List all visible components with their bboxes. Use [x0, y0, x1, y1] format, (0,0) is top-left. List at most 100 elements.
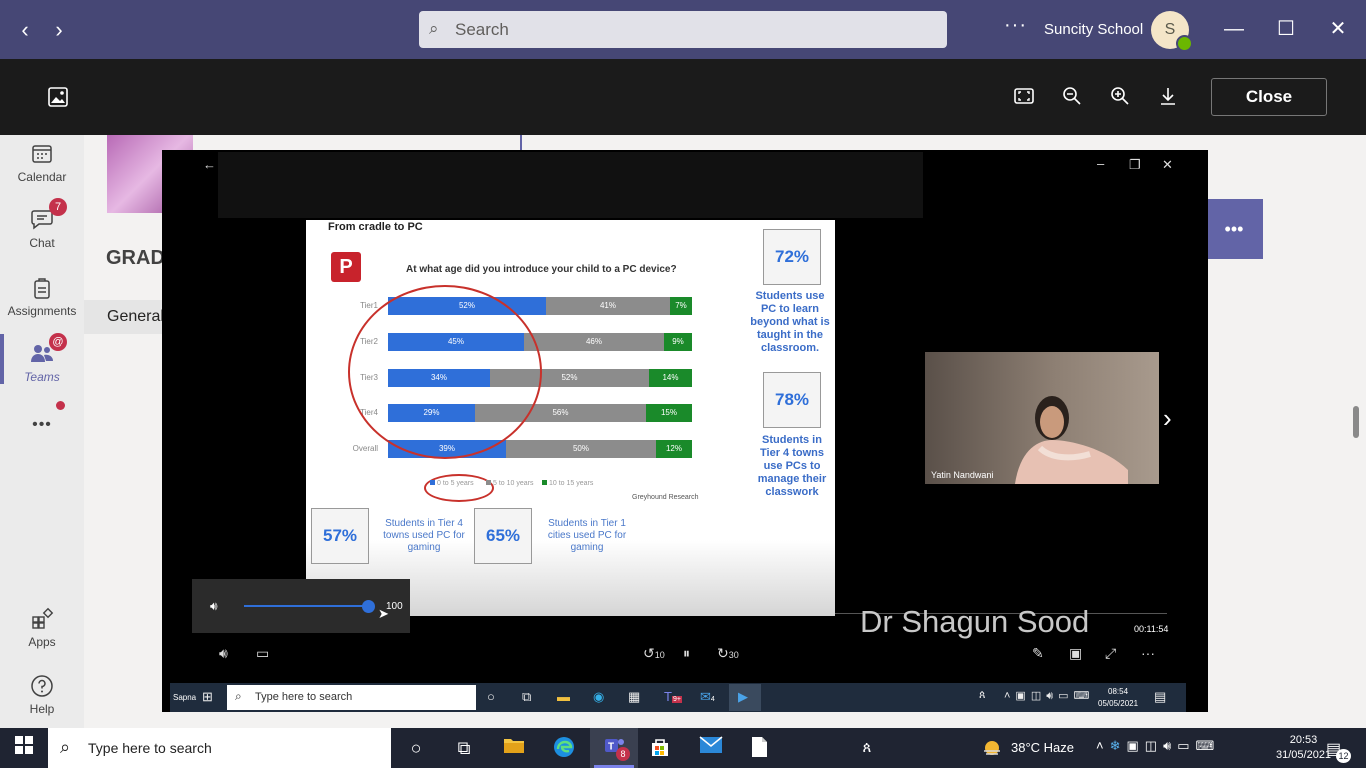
taskbar-clock[interactable]: 20:53 31/05/2021: [1276, 733, 1331, 763]
inner-user-label: Sapna: [173, 693, 197, 702]
background-divider: [520, 135, 522, 151]
miniplayer-icon[interactable]: ▣: [1069, 645, 1082, 662]
stat-text-78: Students in Tier 4 towns use PCs to mana…: [757, 434, 827, 498]
file-explorer-icon[interactable]: [500, 736, 528, 760]
more-options-icon[interactable]: ···: [1004, 14, 1027, 37]
inner-people-icon[interactable]: ጰ: [979, 689, 986, 702]
slide-source: Greyhound Research: [632, 494, 699, 501]
weather-text[interactable]: 38°C Haze: [1011, 740, 1074, 755]
org-name: Suncity School: [1044, 21, 1144, 38]
rail-item-calendar[interactable]: Calendar: [0, 142, 84, 184]
inner-task-view-icon[interactable]: ⧉: [522, 689, 531, 705]
volume-slider-track[interactable]: [244, 605, 368, 607]
captions-icon[interactable]: ▭: [256, 645, 269, 662]
more-apps-icon[interactable]: •••: [0, 416, 84, 434]
scrollbar-thumb[interactable]: [1353, 406, 1359, 438]
minimize-icon[interactable]: —: [1219, 14, 1249, 44]
calendar-icon: [29, 142, 55, 168]
pause-icon[interactable]: ⏸︎: [683, 645, 690, 662]
inner-time: 08:54: [1108, 687, 1129, 696]
inner-file-explorer-icon[interactable]: ▬: [557, 689, 570, 704]
row-label-tier1: Tier1: [360, 301, 378, 310]
mute-icon[interactable]: 🔊︎: [219, 645, 228, 662]
inner-store-icon[interactable]: ▦: [628, 689, 640, 705]
mail-icon[interactable]: [697, 736, 725, 760]
edge-icon[interactable]: [550, 736, 578, 760]
inner-notification-icon[interactable]: ▤: [1154, 689, 1166, 705]
video-restore-icon[interactable]: ❐: [1129, 157, 1141, 173]
taskbar-time: 20:53: [1289, 734, 1318, 746]
forward-arrow-icon[interactable]: ›: [46, 15, 72, 45]
inner-cortana-icon[interactable]: ○: [487, 689, 495, 704]
system-tray-icons[interactable]: ˄❄▣◫🔊︎▭⌨︎: [1096, 738, 1220, 754]
inner-mail-icon[interactable]: ✉4: [700, 689, 715, 705]
stat-text-57: Students in Tier 4 towns used PC for gam…: [383, 518, 465, 553]
maximize-icon[interactable]: ☐: [1271, 14, 1301, 44]
zoom-in-icon[interactable]: [1107, 86, 1133, 110]
search-input[interactable]: ⌕ Search: [419, 11, 947, 48]
inner-search-icon: ⌕: [235, 689, 242, 703]
back-arrow-icon[interactable]: ‹: [12, 15, 38, 45]
store-icon[interactable]: [646, 736, 674, 760]
inner-media-player-icon: ▶: [738, 689, 748, 704]
inner-mail-badge: 4: [710, 696, 715, 703]
download-icon[interactable]: [1155, 86, 1181, 110]
fullscreen-icon[interactable]: ⤢: [1105, 645, 1116, 662]
inner-windows-start-icon[interactable]: ⊞: [202, 689, 213, 705]
zoom-out-icon[interactable]: [1059, 86, 1085, 110]
inner-search-placeholder: Type here to search: [255, 691, 353, 703]
rail-label-assignments: Assignments: [7, 304, 77, 318]
rail-item-help[interactable]: Help: [0, 674, 84, 716]
taskbar-search-input[interactable]: ⌕ Type here to search: [48, 728, 391, 768]
people-icon[interactable]: ጰ: [853, 736, 881, 760]
rail-item-chat[interactable]: Chat: [0, 208, 84, 250]
help-icon: [29, 674, 55, 700]
inner-edge-icon[interactable]: ◉: [593, 689, 604, 705]
search-icon: ⌕: [429, 19, 439, 38]
document-icon[interactable]: [745, 736, 773, 760]
rail-item-assignments[interactable]: Assignments: [0, 276, 84, 318]
fit-to-screen-icon[interactable]: [1011, 86, 1037, 110]
notification-dot-icon: [56, 401, 65, 410]
task-view-icon[interactable]: ⧉: [450, 736, 478, 760]
rail-item-teams[interactable]: Teams: [0, 342, 84, 384]
volume-slider-knob[interactable]: [362, 600, 375, 613]
video-back-arrow-icon[interactable]: ←: [203, 157, 216, 172]
more-options-icon[interactable]: ···: [1141, 645, 1155, 661]
image-icon[interactable]: [45, 86, 71, 110]
legend-item-10-15: 10 to 15 years: [542, 480, 593, 487]
inner-clock: 08:54 05/05/2021: [1098, 686, 1138, 710]
cortana-icon[interactable]: ○: [402, 736, 430, 760]
presence-available-icon: [1176, 35, 1193, 52]
inner-system-tray-icons[interactable]: ˄▣◫🔊︎▭⌨︎: [1004, 689, 1094, 703]
next-slide-icon[interactable]: ›: [1163, 403, 1172, 434]
pen-icon[interactable]: ✎: [1032, 645, 1044, 662]
bar-segment: 15%: [646, 404, 692, 422]
skip-back-icon[interactable]: ↺10: [643, 645, 665, 662]
stat-box-72: 72%: [763, 229, 821, 285]
bar-segment: 50%: [506, 440, 656, 458]
skip-forward-icon[interactable]: ↻30: [717, 645, 739, 662]
close-viewer-button[interactable]: Close: [1211, 78, 1327, 116]
rail-item-apps[interactable]: Apps: [0, 607, 84, 649]
speaker-icon[interactable]: 🔊︎: [210, 599, 218, 614]
close-window-icon[interactable]: ✕: [1323, 14, 1353, 44]
inner-teams-icon[interactable]: T9+: [664, 689, 682, 704]
video-close-icon[interactable]: ✕: [1162, 157, 1173, 173]
more-options-icon[interactable]: •••: [1205, 199, 1263, 259]
inner-search-input[interactable]: ⌕ Type here to search: [227, 685, 476, 710]
windows-start-icon[interactable]: [10, 736, 38, 760]
inner-active-app[interactable]: ▶: [729, 684, 761, 711]
annotation-circle: [424, 474, 494, 502]
video-minimize-icon[interactable]: –: [1097, 156, 1104, 171]
active-app-teams[interactable]: T 8: [590, 728, 638, 768]
chat-unread-badge: 7: [49, 198, 67, 216]
teams-mention-badge: @: [49, 333, 67, 351]
stat-box-65: 65%: [474, 508, 532, 564]
rail-label-help: Help: [29, 702, 55, 716]
legend-label: 10 to 15 years: [549, 480, 594, 487]
inner-teams-badge: 9+: [671, 696, 682, 703]
bar-segment: 9%: [664, 333, 692, 351]
bar-segment: 46%: [524, 333, 664, 351]
stat-box-78: 78%: [763, 372, 821, 428]
